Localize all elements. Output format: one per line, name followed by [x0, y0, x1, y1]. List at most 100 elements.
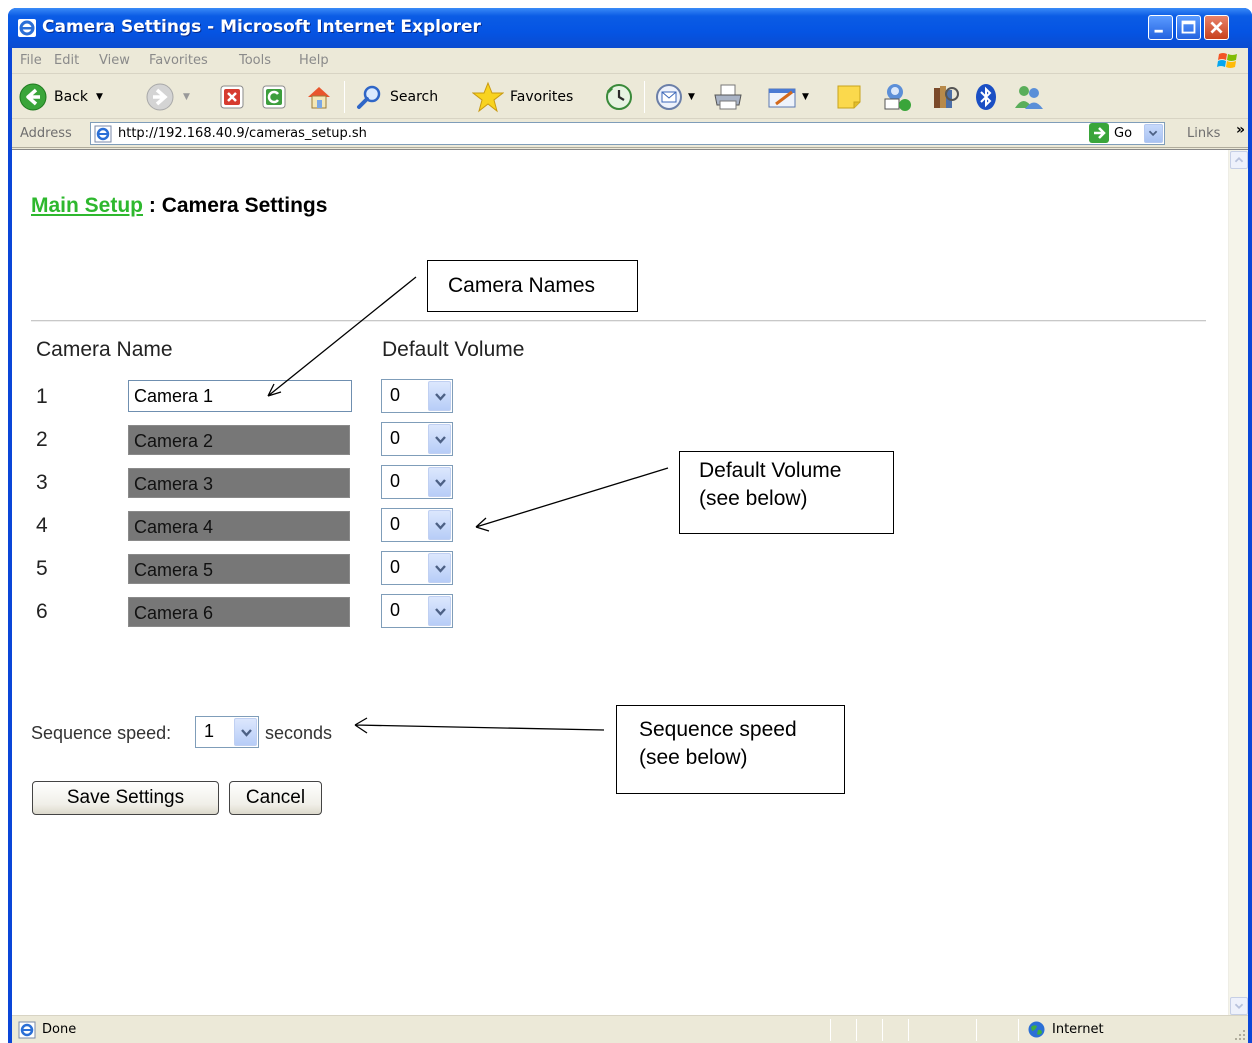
- volume-select[interactable]: 0: [381, 465, 453, 499]
- arrow-default-volume: [475, 467, 669, 532]
- cancel-button[interactable]: Cancel: [229, 781, 322, 815]
- resize-grip-icon[interactable]: [1232, 1027, 1246, 1041]
- chevron-down-icon: [435, 393, 446, 401]
- volume-select[interactable]: 0: [381, 508, 453, 542]
- links-chevron-icon[interactable]: »: [1236, 122, 1245, 138]
- camera-number: 5: [36, 557, 48, 580]
- sequence-speed-label: Sequence speed:: [31, 723, 172, 743]
- menu-favorites[interactable]: Favorites: [149, 53, 208, 68]
- volume-value: 0: [390, 557, 401, 577]
- back-dropdown-icon[interactable]: ▼: [96, 92, 103, 102]
- mail-dropdown-icon[interactable]: ▼: [688, 92, 695, 102]
- home-icon: [308, 87, 330, 109]
- volume-value: 0: [390, 514, 401, 534]
- home-button[interactable]: [304, 81, 334, 113]
- main-setup-link[interactable]: Main Setup: [31, 194, 143, 217]
- refresh-icon: [262, 85, 286, 109]
- chevron-down-icon: [435, 479, 446, 487]
- go-label: Go: [1114, 125, 1133, 141]
- camera-name-input: Camera 4: [128, 511, 350, 541]
- camera-number: 4: [36, 514, 48, 537]
- bluetooth-icon: [976, 84, 996, 110]
- chevron-down-icon: [1234, 1003, 1244, 1010]
- sequence-speed-unit: seconds: [265, 723, 333, 743]
- browser-client: File Edit View Favorites Tools Help Back: [12, 48, 1248, 1043]
- callout-default-volume-line1: Default Volume: [699, 459, 842, 482]
- research-button[interactable]: [930, 81, 962, 113]
- printer-icon: [714, 84, 742, 110]
- camera-name-header: Camera Name: [36, 338, 173, 361]
- camera-number: 2: [36, 428, 48, 451]
- menu-view[interactable]: View: [99, 53, 130, 68]
- camera-name-input: Camera 5: [128, 554, 350, 584]
- save-settings-button[interactable]: Save Settings: [32, 781, 219, 815]
- back-label: Back: [54, 89, 88, 105]
- back-button[interactable]: Back ▼: [18, 81, 103, 113]
- callout-camera-names-text: Camera Names: [448, 274, 596, 297]
- links-label[interactable]: Links: [1187, 126, 1220, 141]
- bluetooth-button[interactable]: [972, 81, 1000, 113]
- page-content: Main Setup : Camera Settings Camera Name…: [12, 149, 1248, 1016]
- default-volume-header: Default Volume: [382, 338, 525, 361]
- go-button[interactable]: Go: [1089, 123, 1132, 143]
- callout-default-volume-line2: (see below): [699, 487, 808, 510]
- volume-select[interactable]: 0: [381, 379, 453, 413]
- breadcrumb-separator: :: [143, 194, 162, 217]
- divider: [31, 320, 1206, 322]
- maximize-button[interactable]: [1176, 15, 1201, 40]
- menu-tools[interactable]: Tools: [239, 53, 271, 68]
- edit-button[interactable]: ▼: [766, 81, 809, 113]
- stop-icon: [220, 85, 244, 109]
- menu-file[interactable]: File: [20, 53, 42, 68]
- ie-icon: [18, 19, 36, 37]
- address-dropdown-button[interactable]: [1144, 124, 1163, 143]
- menu-help[interactable]: Help: [299, 53, 329, 68]
- chevron-down-icon: [435, 608, 446, 616]
- address-input[interactable]: http://192.168.40.9/cameras_setup.sh: [90, 122, 1165, 145]
- vertical-scrollbar[interactable]: [1228, 150, 1248, 1016]
- menu-edit[interactable]: Edit: [54, 53, 79, 68]
- edit-dropdown-icon[interactable]: ▼: [802, 92, 809, 102]
- page-status-icon: [18, 1021, 36, 1039]
- title-bar[interactable]: Camera Settings - Microsoft Internet Exp…: [8, 8, 1252, 48]
- arrow-sequence-speed: [354, 717, 605, 734]
- minimize-icon: [1154, 29, 1163, 33]
- search-button[interactable]: Search: [354, 81, 438, 113]
- camera-name-input: Camera 6: [128, 597, 350, 627]
- camera-number: 3: [36, 471, 48, 494]
- contacts-button[interactable]: [1012, 81, 1046, 113]
- camera-number: 1: [36, 385, 48, 408]
- volume-select[interactable]: 0: [381, 551, 453, 585]
- favorites-button[interactable]: Favorites: [472, 81, 573, 113]
- note-icon: [837, 85, 861, 109]
- print-button[interactable]: [712, 81, 744, 113]
- sequence-speed-select[interactable]: 1: [195, 716, 259, 748]
- close-button[interactable]: [1204, 15, 1229, 40]
- volume-value: 0: [390, 471, 401, 491]
- messenger-button[interactable]: [880, 81, 914, 113]
- messenger-icon: [884, 84, 911, 111]
- status-text: Done: [42, 1022, 77, 1037]
- discuss-button[interactable]: [834, 81, 864, 113]
- refresh-button[interactable]: [260, 81, 288, 113]
- callout-sequence-speed: Sequence speed (see below): [616, 705, 845, 794]
- forward-dropdown-icon[interactable]: ▼: [183, 92, 190, 102]
- mail-button[interactable]: ▼: [654, 81, 695, 113]
- volume-select[interactable]: 0: [381, 422, 453, 456]
- stop-button[interactable]: [218, 81, 246, 113]
- camera-name-input[interactable]: Camera 1: [128, 380, 352, 412]
- volume-select[interactable]: 0: [381, 594, 453, 628]
- windows-logo-icon: [1217, 53, 1237, 68]
- back-icon: [19, 83, 47, 111]
- forward-button[interactable]: ▼: [145, 81, 190, 113]
- minimize-button[interactable]: [1148, 15, 1173, 40]
- chevron-down-icon: [435, 522, 446, 530]
- callout-camera-names: Camera Names: [427, 260, 638, 312]
- favorites-star-icon: [472, 81, 504, 113]
- books-icon: [934, 86, 959, 108]
- history-button[interactable]: [604, 81, 634, 113]
- standard-toolbar: Back ▼ ▼ Search Favorites ▼ ▼: [12, 75, 1248, 119]
- scroll-down-button[interactable]: [1230, 997, 1248, 1015]
- go-arrow-icon: [1089, 123, 1109, 143]
- scroll-up-button[interactable]: [1230, 151, 1248, 169]
